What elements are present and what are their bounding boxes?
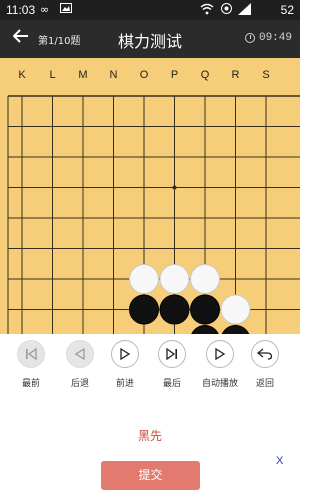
data-icon xyxy=(221,3,232,18)
white-stone xyxy=(159,264,190,294)
black-stone xyxy=(191,325,219,334)
first-button[interactable]: 最前 xyxy=(11,340,51,389)
black-stone xyxy=(221,325,250,334)
column-label-p: P xyxy=(171,69,178,81)
timer-value: 09:49 xyxy=(258,32,292,44)
white-stone xyxy=(220,294,251,325)
submit-button[interactable]: 提交 xyxy=(101,461,200,490)
star-point xyxy=(172,185,177,190)
column-label-n: N xyxy=(110,69,118,81)
white-stone xyxy=(190,264,220,294)
autoplay-icon xyxy=(206,340,234,368)
image-icon xyxy=(60,3,72,17)
undo-icon xyxy=(251,340,279,368)
board-grid xyxy=(7,95,300,334)
autoplay-button[interactable]: 自动播放 xyxy=(200,340,240,389)
column-label-o: O xyxy=(140,69,149,81)
column-label-m: M xyxy=(78,69,87,81)
column-label-l: L xyxy=(49,69,55,81)
column-label-q: Q xyxy=(201,69,210,81)
forward-label: 前进 xyxy=(115,379,134,389)
title-bar: 第1/10题 棋力测试 09:49 xyxy=(0,20,300,58)
forward-button[interactable]: 前进 xyxy=(105,340,145,389)
play-icon xyxy=(111,340,139,368)
go-board[interactable]: K L M N O P Q R S xyxy=(0,58,300,334)
status-bar: 11:03 ∞ 52 xyxy=(0,0,300,20)
back-button[interactable] xyxy=(10,27,32,49)
clock-icon xyxy=(244,33,255,43)
skip-to-start-icon xyxy=(17,340,45,368)
step-back-icon xyxy=(66,340,94,368)
board-canvas[interactable]: K L M N O P Q R S xyxy=(0,58,300,334)
autoplay-label: 自动播放 xyxy=(201,379,238,389)
black-stone xyxy=(159,294,190,325)
column-label-k: K xyxy=(18,69,26,81)
skip-to-end-icon xyxy=(158,340,186,368)
move-controls: 最前 后退 前进 最后 自动播放 返回 xyxy=(0,340,300,400)
arrow-left-icon xyxy=(12,29,28,43)
return-button[interactable]: 返回 xyxy=(245,340,285,389)
last-label: 最后 xyxy=(162,379,181,389)
black-stone xyxy=(190,294,220,325)
black-stone xyxy=(129,294,159,325)
return-label: 返回 xyxy=(255,379,274,389)
last-button[interactable]: 最后 xyxy=(152,340,192,389)
battery-level: 52 xyxy=(280,3,294,17)
question-progress: 第1/10题 xyxy=(38,36,81,47)
back-button[interactable]: 后退 xyxy=(60,340,100,389)
turn-indicator: 黑先 xyxy=(137,429,162,443)
first-label: 最前 xyxy=(21,379,40,389)
back-label: 后退 xyxy=(70,379,89,389)
white-stone xyxy=(129,264,159,294)
column-label-s: S xyxy=(262,69,269,81)
timer: 09:49 xyxy=(244,32,292,44)
status-time: 11:03 xyxy=(6,3,36,17)
close-button[interactable]: X xyxy=(276,455,283,467)
column-label-r: R xyxy=(232,69,240,81)
wifi-icon xyxy=(200,3,214,19)
infinity-icon: ∞ xyxy=(40,3,50,16)
signal-icon xyxy=(238,3,252,19)
